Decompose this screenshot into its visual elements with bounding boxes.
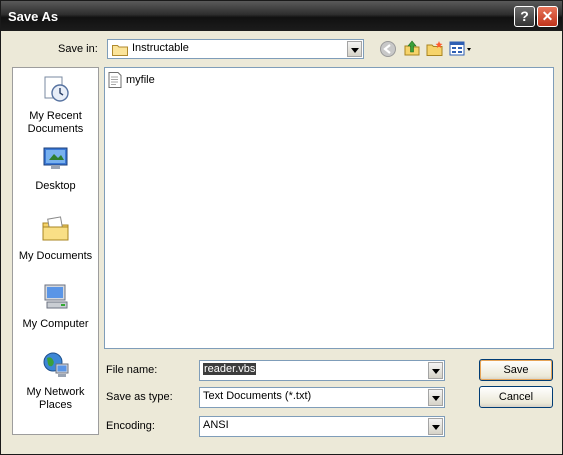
place-label: Desktop	[35, 180, 76, 192]
place-label: My Recent Documents	[27, 110, 84, 135]
new-folder-icon[interactable]	[426, 40, 444, 58]
save-in-label: Save in:	[58, 43, 98, 55]
chevron-down-icon[interactable]	[428, 389, 443, 406]
help-button[interactable]: ?	[514, 6, 535, 27]
folder-icon	[112, 45, 128, 56]
question-mark-icon: ?	[520, 8, 529, 24]
dialog-body: Save in: Instructable My Recent Document…	[4, 31, 559, 452]
place-network[interactable]: My Network Places	[13, 350, 98, 412]
my-computer-icon	[44, 284, 67, 309]
places-bar: My Recent Documents Desktop My Documents	[12, 67, 99, 435]
window-title: Save As	[8, 9, 59, 24]
save-as-type-label: Save as type:	[106, 391, 173, 403]
encoding-value: ANSI	[203, 419, 229, 431]
save-as-type-value: Text Documents (*.txt)	[203, 390, 312, 402]
file-name-label: File name:	[106, 364, 158, 376]
view-menu-icon[interactable]	[449, 40, 473, 58]
file-name-value: reader.vbs	[203, 363, 257, 375]
cancel-button[interactable]: Cancel	[479, 386, 553, 408]
save-in-value: Instructable	[132, 42, 189, 54]
place-label: My Computer	[22, 318, 89, 330]
place-label: My Network Places	[26, 386, 85, 411]
file-name-text: reader.vbs	[203, 363, 257, 375]
place-label: My Documents	[18, 250, 93, 262]
save-as-dialog: Save As ? ✕ Save in: Instructable My Rec…	[0, 0, 563, 455]
list-item[interactable]: myfile	[108, 72, 155, 88]
chevron-down-icon[interactable]	[428, 362, 443, 379]
place-recent-documents[interactable]: My Recent Documents	[13, 74, 98, 136]
save-button[interactable]: Save	[479, 359, 553, 381]
up-folder-icon[interactable]	[403, 39, 421, 57]
network-places-icon	[43, 352, 68, 377]
my-documents-icon	[42, 216, 68, 241]
file-name: myfile	[126, 74, 155, 86]
file-list[interactable]: myfile	[104, 67, 554, 349]
chevron-down-icon[interactable]	[428, 418, 443, 435]
encoding-label: Encoding:	[106, 420, 155, 432]
save-as-type-dropdown[interactable]: Text Documents (*.txt)	[199, 387, 445, 408]
save-in-dropdown[interactable]: Instructable	[107, 39, 364, 59]
chevron-down-icon[interactable]	[347, 41, 362, 57]
title-bar[interactable]: Save As ? ✕	[1, 1, 562, 31]
recent-documents-icon	[44, 76, 69, 102]
place-desktop[interactable]: Desktop	[13, 144, 98, 193]
file-name-input[interactable]: reader.vbs	[199, 360, 445, 381]
place-my-documents[interactable]: My Documents	[13, 214, 98, 263]
text-file-icon	[108, 72, 122, 88]
encoding-dropdown[interactable]: ANSI	[199, 416, 445, 437]
close-button[interactable]: ✕	[537, 6, 558, 27]
place-my-computer[interactable]: My Computer	[13, 282, 98, 331]
close-icon: ✕	[541, 8, 554, 24]
back-icon[interactable]	[379, 40, 397, 58]
desktop-icon	[43, 147, 67, 169]
